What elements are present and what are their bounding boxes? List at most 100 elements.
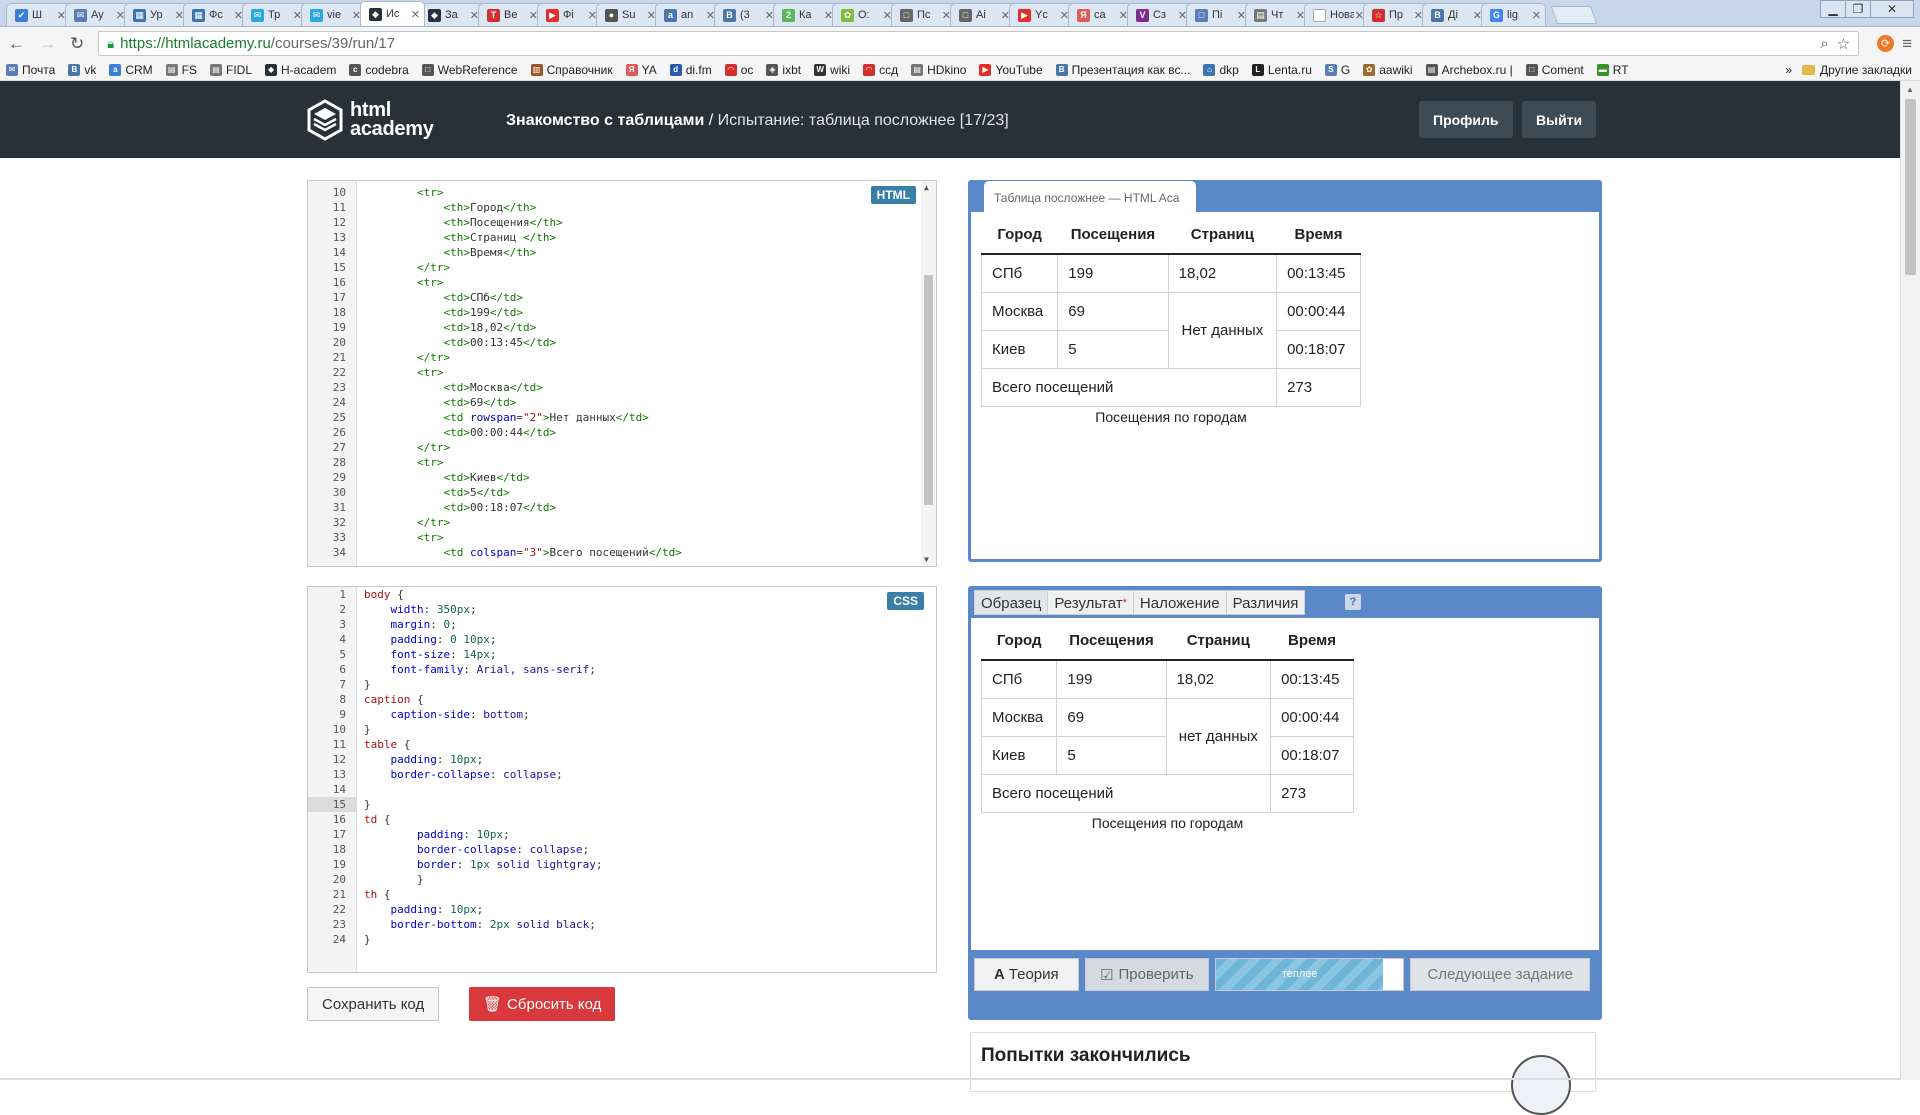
scroll-up-icon[interactable]: ▲: [1906, 85, 1914, 94]
browser-tab[interactable]: ✉ vie ✕: [301, 3, 366, 26]
bookmark-item[interactable]: □ WebReference: [421, 63, 518, 77]
address-bar: ← → ↻ 🔒︎ https://htmlacademy.ru/courses/…: [0, 28, 1920, 59]
save-code-button[interactable]: Сохранить код: [307, 987, 440, 1021]
browser-tab[interactable]: □ Аі ✕: [950, 3, 1015, 26]
bookmark-item[interactable]: ✉ Почта: [6, 63, 55, 77]
bookmark-item[interactable]: ◠ ос: [724, 63, 753, 77]
tab-favicon-icon: G: [1490, 8, 1503, 22]
minimize-icon[interactable]: ▁: [1820, 0, 1846, 18]
theory-button[interactable]: A Теория: [974, 958, 1079, 991]
logout-button[interactable]: Выйти: [1522, 101, 1597, 138]
reset-code-button[interactable]: 🗑︎ Сбросить код: [469, 987, 616, 1021]
browser-tab[interactable]: ▶ Фі ✕: [537, 3, 602, 26]
line-number: 20: [332, 336, 346, 349]
bookmark-item[interactable]: a CRM: [109, 63, 153, 77]
tab-overlay[interactable]: Наложение: [1132, 590, 1227, 615]
profile-button[interactable]: Профиль: [1419, 101, 1513, 138]
tab-sample[interactable]: Образец: [974, 590, 1049, 615]
scroll-down-icon[interactable]: ▼: [924, 555, 929, 564]
browser-tab[interactable]: B (3 ✕: [714, 3, 779, 26]
bookmark-item[interactable]: ▤ FS: [165, 63, 197, 77]
browser-tab[interactable]: ✔ Ш ✕: [6, 3, 71, 26]
browser-tab[interactable]: ◆ Ис ✕: [360, 1, 425, 26]
table-header-row: Город Посещения Страниц Время: [981, 622, 1354, 661]
browser-tab[interactable]: V Сз ✕: [1127, 3, 1192, 26]
bookmark-item[interactable]: ◈ ixbt: [766, 63, 801, 77]
back-arrow-icon[interactable]: ←: [8, 34, 25, 54]
bookmark-item[interactable]: ▤ HDkino: [911, 63, 966, 77]
logo[interactable]: html academy: [306, 99, 434, 141]
browser-tab[interactable]: ▦ Фс ✕: [183, 3, 248, 26]
extension-icon[interactable]: ⟳: [1877, 35, 1895, 52]
browser-tab[interactable]: ☆ Пр ✕: [1363, 3, 1428, 26]
bookmark-item[interactable]: ▬ RT: [1596, 63, 1629, 77]
html-editor[interactable]: 10 11 12 13 14 15 16 17 18 19 20 21 22 23 24 25 26 27 28 29…: [307, 180, 937, 567]
bookmark-item[interactable]: ▤ FIDL: [210, 63, 252, 77]
browser-tab[interactable]: ● Su ✕: [596, 3, 661, 26]
page-scrollbar[interactable]: ▲: [1900, 81, 1920, 1080]
bookmark-item[interactable]: SG: [1324, 63, 1350, 77]
browser-tab[interactable]: ▶ Yc ✕: [1009, 3, 1074, 26]
browser-tab[interactable]: ◆ За ✕: [419, 3, 484, 26]
url-input[interactable]: 🔒︎ https://htmlacademy.ru/courses/39/run…: [98, 31, 1860, 56]
browser-tab[interactable]: B Ді ✕: [1422, 3, 1487, 26]
tab-close-icon[interactable]: ✕: [1532, 9, 1541, 22]
reload-icon[interactable]: ↻: [70, 34, 84, 54]
new-tab-button[interactable]: [1550, 6, 1598, 24]
bookmark-item[interactable]: ⌂ dkp: [1203, 63, 1239, 77]
browser-tab[interactable]: ✿ О: ✕: [832, 3, 897, 26]
bookmark-star-icon[interactable]: ☆: [1837, 35, 1850, 53]
browser-tab[interactable]: 2 Ка ✕: [773, 3, 838, 26]
other-bookmarks[interactable]: Другие закладки: [1802, 63, 1912, 77]
bookmark-item[interactable]: ◠ ссд: [863, 63, 898, 77]
code-line: margin: 0;: [390, 618, 457, 631]
bookmark-item[interactable]: ▶ YouTube: [979, 63, 1043, 77]
css-editor[interactable]: 1 2 3 4 5 6 7 8 9 10 11 12 13 14 15 16 17 18 19 20 21 22 23 24 …: [307, 586, 937, 973]
browser-tab[interactable]: □ Пс ✕: [891, 3, 956, 26]
css-editor-code[interactable]: body { width: 350px; margin: 0; padding:…: [364, 587, 916, 947]
tab-close-icon[interactable]: ✕: [411, 8, 420, 21]
breadcrumb-course[interactable]: Знакомство с таблицами: [506, 112, 704, 129]
browser-tab[interactable]: ✉ Тр ✕: [242, 3, 307, 26]
tab-favicon-icon: a: [664, 8, 677, 22]
help-button[interactable]: ?: [1345, 594, 1361, 610]
browser-tab[interactable]: T Ве ✕: [478, 3, 543, 26]
bookmark-item[interactable]: c codebra: [349, 63, 409, 77]
bookmark-item[interactable]: ▥ Справочник: [530, 63, 613, 77]
bookmark-item[interactable]: Bvk: [68, 63, 96, 77]
bookmark-item[interactable]: L Lenta.ru: [1251, 63, 1312, 77]
tab-favicon-icon: ▶: [546, 8, 559, 22]
tab-diff[interactable]: Различия: [1225, 590, 1306, 615]
bookmark-item[interactable]: Я YA: [625, 63, 657, 77]
browser-tab[interactable]: ✉ Ay ✕: [65, 3, 130, 26]
browser-tab[interactable]: □ Пі ✕: [1186, 3, 1251, 26]
tab-result[interactable]: Результат*: [1047, 590, 1134, 615]
browser-tab[interactable]: Glig ✕: [1481, 3, 1546, 26]
check-label: Проверить: [1118, 966, 1194, 983]
menu-icon[interactable]: ≡: [1902, 34, 1912, 54]
check-button[interactable]: ☑ Проверить: [1084, 958, 1209, 991]
bookmark-item[interactable]: Wwiki: [814, 63, 850, 77]
bookmark-item[interactable]: □ Coment: [1525, 63, 1584, 77]
scroll-up-icon[interactable]: ▲: [924, 183, 929, 192]
html-editor-scrollbar-thumb[interactable]: [924, 275, 933, 505]
html-editor-code[interactable]: <tr> <th>Город</th> <th>Посещения</th> <…: [364, 181, 916, 560]
browser-tab[interactable]: ▤ Чт ✕: [1245, 3, 1310, 26]
forward-arrow-icon[interactable]: →: [39, 34, 56, 54]
bookmark-item[interactable]: ▤ Archebox.ru |: [1425, 63, 1513, 77]
bookmark-item[interactable]: ◆ H-academ: [265, 63, 336, 77]
zoom-icon[interactable]: ⌕: [1820, 35, 1828, 52]
bookmark-item[interactable]: d di.fm: [669, 63, 712, 77]
html-editor-scrollbar[interactable]: ▲ ▼: [921, 181, 936, 566]
bookmark-item[interactable]: B Презентация как вс...: [1055, 63, 1190, 77]
browser-tab[interactable]: ▦ Ур ✕: [124, 3, 189, 26]
browser-tab[interactable]: Нова ✕: [1304, 3, 1369, 26]
window-close-icon[interactable]: ✕: [1870, 0, 1914, 18]
page-scrollbar-thumb[interactable]: [1905, 99, 1916, 275]
bookmark-item[interactable]: ✿ aawiki: [1363, 63, 1413, 77]
next-task-button[interactable]: Следующее задание: [1410, 958, 1590, 991]
browser-tab[interactable]: Яса ✕: [1068, 3, 1133, 26]
browser-tab[interactable]: a an ✕: [655, 3, 720, 26]
bookmarks-more-button[interactable]: »: [1785, 63, 1792, 77]
maximize-icon[interactable]: ❐: [1845, 0, 1871, 18]
